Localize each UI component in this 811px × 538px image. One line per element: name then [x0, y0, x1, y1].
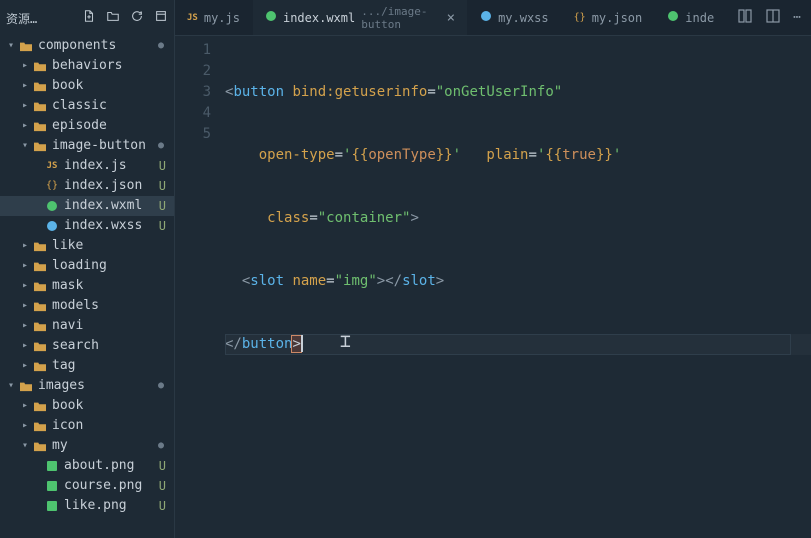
- tree-folder-my[interactable]: ▾my●: [0, 436, 174, 456]
- tree-folder-icon[interactable]: ▸icon: [0, 416, 174, 436]
- tab-index-wxml[interactable]: index.wxml.../image-button×: [253, 0, 468, 35]
- line-gutter: 1 2 3 4 5: [175, 36, 225, 538]
- split-editor-icon[interactable]: [765, 8, 781, 28]
- new-folder-icon[interactable]: [106, 9, 120, 27]
- tab-my-js[interactable]: JSmy.js: [175, 0, 253, 35]
- tree-folder-behaviors[interactable]: ▸behaviors: [0, 56, 174, 76]
- tree-folder-tag[interactable]: ▸tag: [0, 356, 174, 376]
- tree-folder-book[interactable]: ▸book: [0, 76, 174, 96]
- tab-my-json[interactable]: {}my.json: [562, 0, 656, 35]
- wxml-file-icon: [667, 10, 679, 25]
- code-content[interactable]: <button bind:getuserinfo="onGetUserInfo"…: [225, 36, 811, 538]
- tabs-bar: JSmy.js index.wxml.../image-button× my.w…: [175, 0, 811, 36]
- close-tab-icon[interactable]: ×: [447, 10, 455, 26]
- tree-file-index-wxss[interactable]: index.wxssU: [0, 216, 174, 236]
- tab-my-wxss[interactable]: my.wxss: [468, 0, 562, 35]
- wxss-file-icon: [480, 10, 492, 25]
- tree-file-like-png[interactable]: like.pngU: [0, 496, 174, 516]
- tree-folder-classic[interactable]: ▸classic: [0, 96, 174, 116]
- tree-file-about-png[interactable]: about.pngU: [0, 456, 174, 476]
- file-tree: ▾components● ▸behaviors ▸book ▸classic ▸…: [0, 36, 174, 538]
- editor-main: JSmy.js index.wxml.../image-button× my.w…: [175, 0, 811, 538]
- sidebar-title: 资源…: [6, 10, 37, 27]
- refresh-icon[interactable]: [130, 9, 144, 27]
- new-file-icon[interactable]: [82, 9, 96, 27]
- code-editor[interactable]: 1 2 3 4 5 <button bind:getuserinfo="onGe…: [175, 36, 811, 538]
- tree-folder-mask[interactable]: ▸mask: [0, 276, 174, 296]
- tree-folder-like[interactable]: ▸like: [0, 236, 174, 256]
- tree-folder-search[interactable]: ▸search: [0, 336, 174, 356]
- tree-folder-images[interactable]: ▾images●: [0, 376, 174, 396]
- text-caret-icon: ⌶: [340, 331, 351, 352]
- json-file-icon: {}: [574, 12, 586, 23]
- more-actions-icon[interactable]: ⋯: [793, 10, 801, 25]
- tree-folder-book2[interactable]: ▸book: [0, 396, 174, 416]
- tree-file-course-png[interactable]: course.pngU: [0, 476, 174, 496]
- tree-file-index-wxml[interactable]: index.wxmlU: [0, 196, 174, 216]
- wxml-file-icon: [265, 10, 277, 25]
- collapse-icon[interactable]: [154, 9, 168, 27]
- tree-folder-image-button[interactable]: ▾image-button●: [0, 136, 174, 156]
- tree-folder-navi[interactable]: ▸navi: [0, 316, 174, 336]
- tree-folder-models[interactable]: ▸models: [0, 296, 174, 316]
- tree-folder-episode[interactable]: ▸episode: [0, 116, 174, 136]
- explorer-sidebar: 资源… ▾components● ▸behaviors ▸book ▸class…: [0, 0, 175, 538]
- tree-folder-components[interactable]: ▾components●: [0, 36, 174, 56]
- tree-file-index-json[interactable]: {}index.jsonU: [0, 176, 174, 196]
- editor-cursor: [301, 334, 303, 352]
- compare-icon[interactable]: [737, 8, 753, 28]
- tree-file-index-js[interactable]: JSindex.jsU: [0, 156, 174, 176]
- js-file-icon: JS: [187, 13, 198, 23]
- sidebar-header: 资源…: [0, 4, 174, 36]
- tab-inde[interactable]: inde: [655, 0, 727, 35]
- tree-folder-loading[interactable]: ▸loading: [0, 256, 174, 276]
